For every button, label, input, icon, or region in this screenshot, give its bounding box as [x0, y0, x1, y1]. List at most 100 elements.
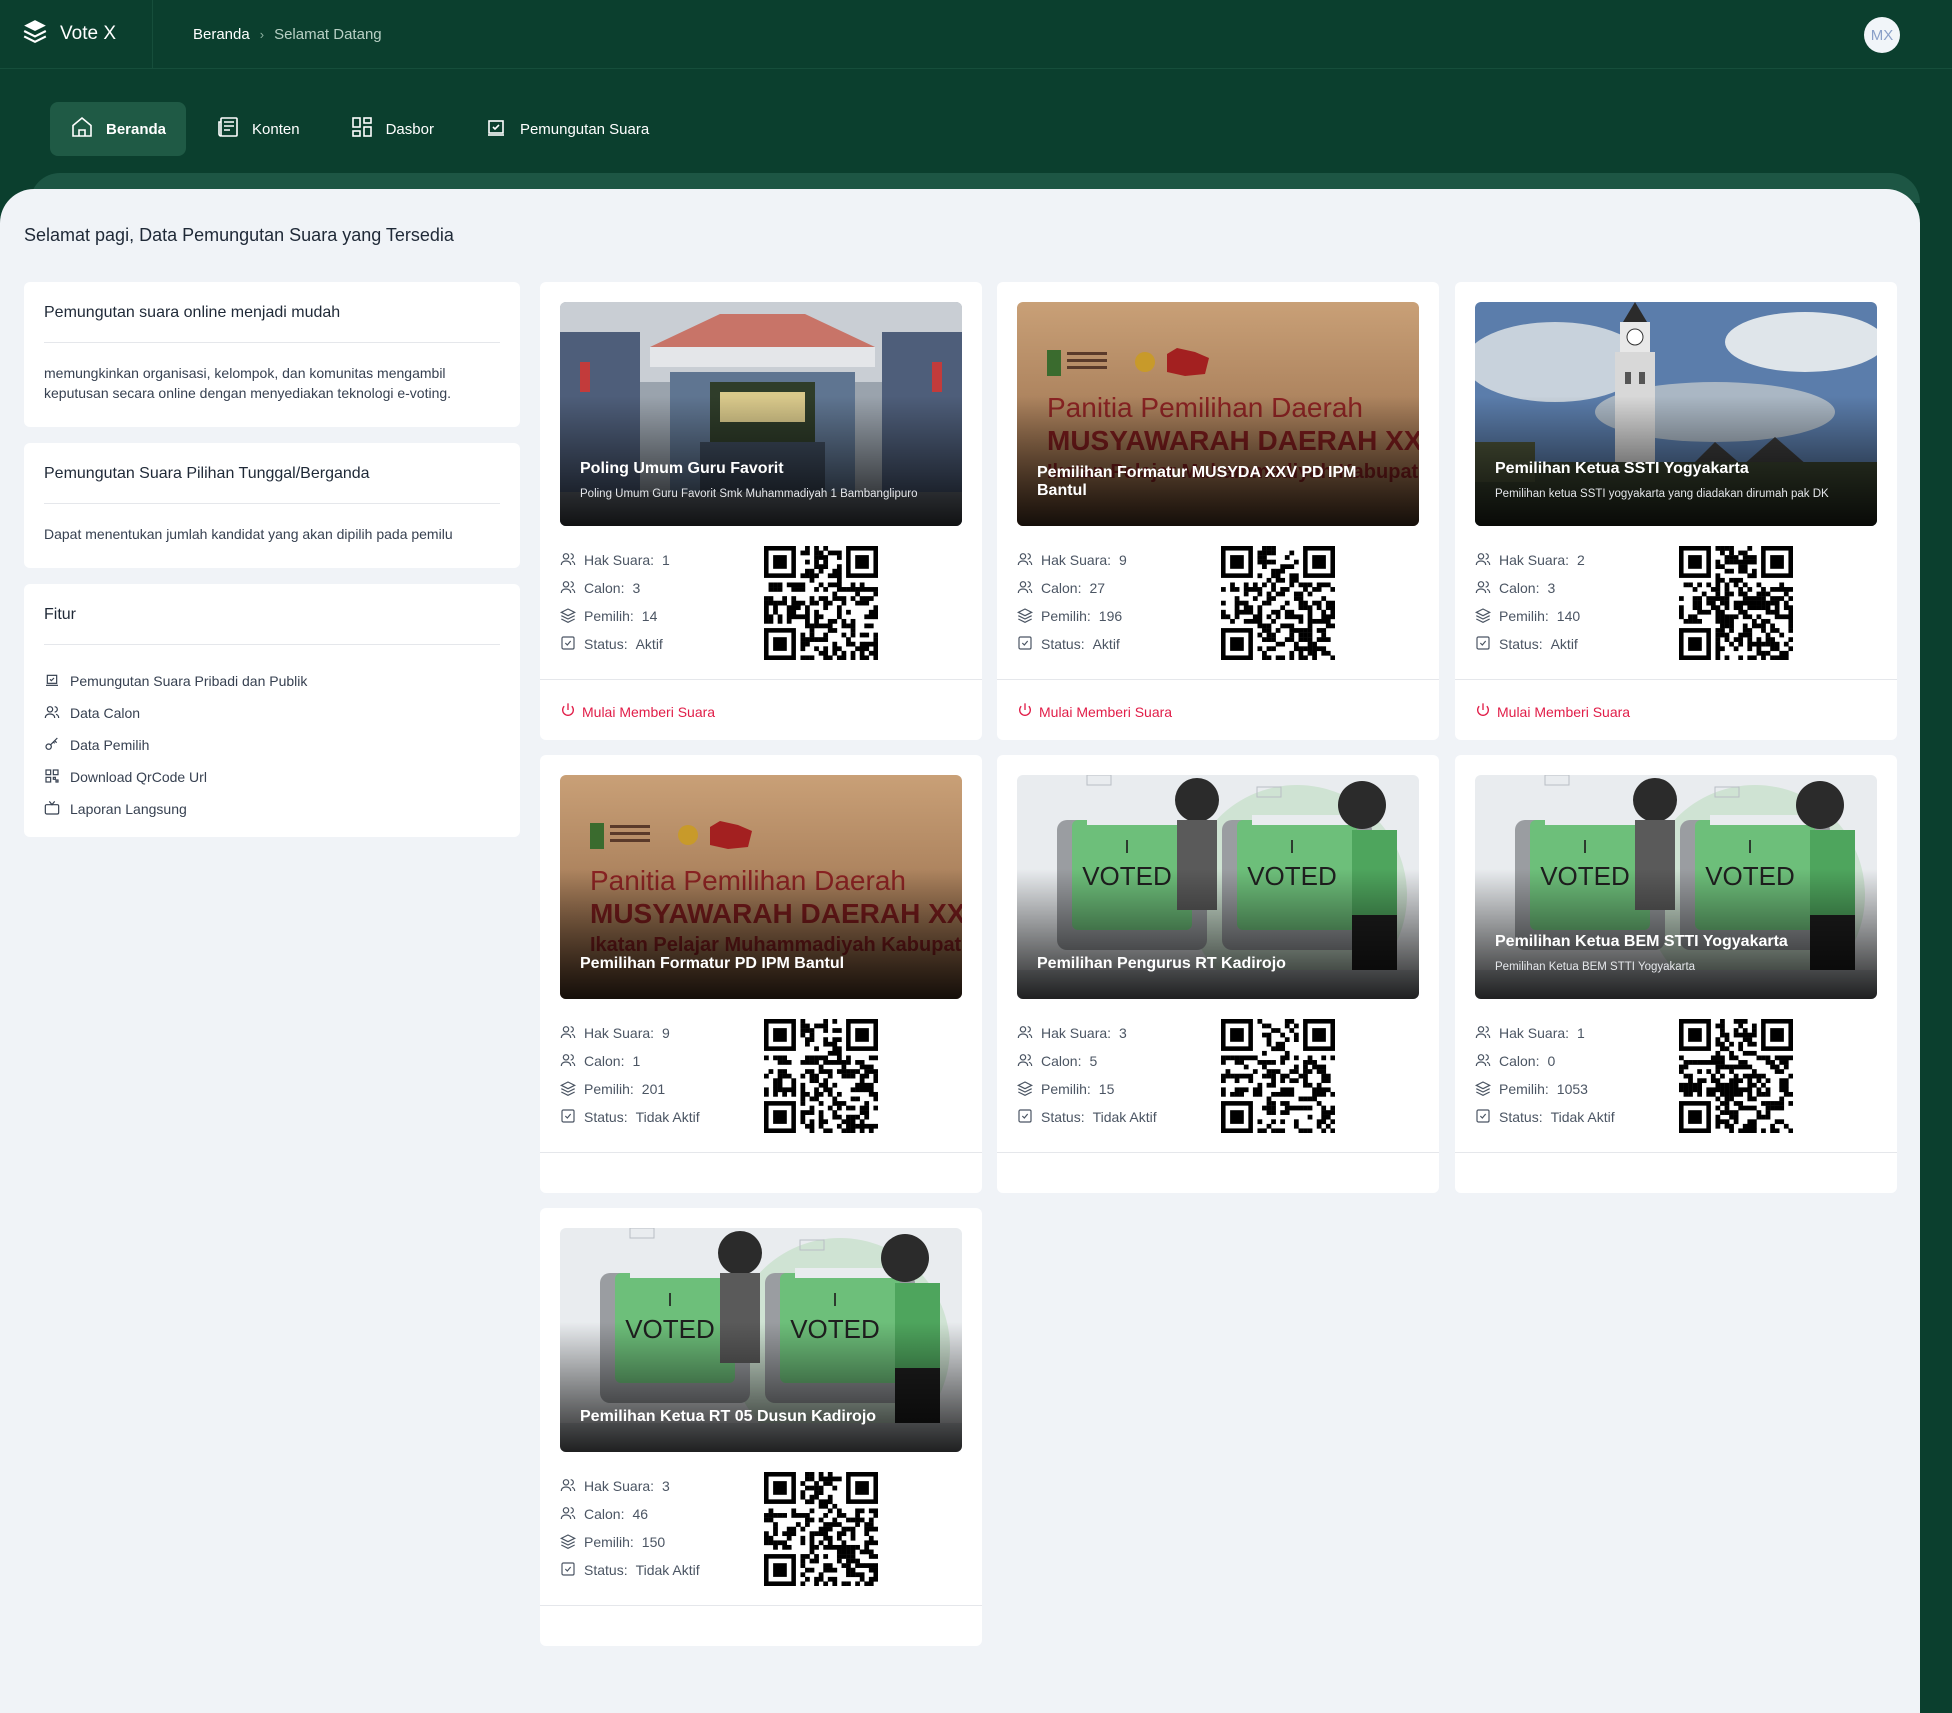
qrcode-image[interactable] — [1221, 546, 1336, 661]
vote-image[interactable]: I VOTED I VOTED Pemilihan Ketua BEM STTI… — [1475, 775, 1877, 999]
stat-pemilih: Pemilih: 140 — [1474, 602, 1585, 630]
stat-value: 1 — [1577, 1025, 1585, 1041]
stat-status: Status: Aktif — [1017, 630, 1127, 658]
stat-status: Status: Tidak Aktif — [560, 1103, 700, 1131]
start-voting-button[interactable]: Mulai Memberi Suara — [560, 702, 715, 721]
vote-image[interactable]: Poling Umum Guru Favorit Poling Umum Gur… — [560, 302, 962, 526]
users-icon — [560, 1024, 576, 1043]
vote-card[interactable]: Panitia Pemilihan Daerah MUSYAWARAH DAER… — [540, 755, 982, 1193]
vote-card[interactable]: I VOTED I VOTED Pemilihan Ketua BEM STTI… — [1455, 755, 1897, 1193]
page-title: Selamat pagi, Data Pemungutan Suara yang… — [24, 225, 454, 245]
dashboard-icon — [350, 115, 374, 143]
vote-title: Pemilihan Ketua RT 05 Dusun Kadirojo — [580, 1408, 877, 1425]
feature-item: Pemungutan Suara Pribadi dan Publik — [44, 665, 500, 697]
qrcode-image[interactable] — [764, 1019, 879, 1134]
feature-item: Download QrCode Url — [44, 761, 500, 793]
stat-pemilih: Pemilih: 15 — [1016, 1075, 1157, 1103]
stat-value: Tidak Aktif — [1092, 1109, 1157, 1125]
vote-image[interactable]: Panitia Pemilihan Daerah MUSYAWARAH DAER… — [560, 775, 962, 999]
stat-label: Status: — [584, 1562, 628, 1578]
qrcode-image[interactable] — [764, 1472, 879, 1587]
users-icon — [1475, 1024, 1491, 1043]
feature-label: Data Pemilih — [70, 737, 150, 753]
stat-value: 5 — [1089, 1053, 1098, 1069]
stat-pemilih: Pemilih: 150 — [559, 1528, 700, 1556]
features-card: Fitur Pemungutan Suara Pribadi dan Publi… — [24, 584, 520, 837]
feature-item: Data Pemilih — [44, 729, 500, 761]
vote-stats: Hak Suara: 2 Calon: 3 Pemilih: 140 Status: A… — [1474, 546, 1585, 658]
stat-status: Status: Tidak Aktif — [1017, 1103, 1157, 1131]
nav-dasbor[interactable]: Dasbor — [330, 102, 454, 156]
nav-konten[interactable]: Konten — [196, 102, 320, 156]
stat-value: 201 — [641, 1081, 666, 1097]
ballot-icon — [44, 672, 60, 691]
stat-label: Calon: — [1041, 580, 1082, 596]
start-voting-button[interactable]: Mulai Memberi Suara — [1475, 702, 1630, 721]
stat-value: 3 — [1547, 580, 1556, 596]
nav-beranda[interactable]: Beranda — [50, 102, 187, 156]
layers-icon — [1474, 607, 1492, 626]
vote-card[interactable]: Pemilihan Ketua SSTI Yogyakarta Pemiliha… — [1455, 282, 1897, 740]
stat-value: 150 — [641, 1534, 666, 1550]
stat-label: Hak Suara: — [1499, 1025, 1570, 1041]
stat-label: Status: — [1041, 636, 1085, 652]
stat-value: 0 — [1547, 1053, 1556, 1069]
stat-label: Pemilih: — [584, 608, 634, 624]
stat-pemilih: Pemilih: 1053 — [1474, 1075, 1615, 1103]
users-icon — [1475, 579, 1491, 598]
layers-logo-icon — [22, 18, 48, 50]
qrcode-image[interactable] — [764, 546, 879, 661]
power-icon — [1017, 702, 1033, 721]
layers-icon — [559, 1080, 577, 1099]
breadcrumb: Beranda › Selamat Datang — [193, 26, 382, 43]
nav-pemungutan-suara[interactable]: Pemungutan Suara — [464, 102, 669, 156]
vote-stats: Hak Suara: 9 Calon: 1 Pemilih: 201 Status: T… — [559, 1019, 700, 1131]
vote-image[interactable]: I VOTED I VOTED Pemilihan Pengurus RT Ka… — [1017, 775, 1419, 999]
start-voting-button[interactable]: Mulai Memberi Suara — [1017, 702, 1172, 721]
feature-label: Laporan Langsung — [70, 801, 187, 817]
stat-label: Pemilih: — [1041, 1081, 1091, 1097]
vote-image[interactable]: Panitia Pemilihan Daerah MUSYAWARAH DAER… — [1017, 302, 1419, 526]
stat-value: 140 — [1556, 608, 1581, 624]
vote-title: Pemilihan Ketua BEM STTI Yogyakarta — [1495, 933, 1788, 950]
vote-stats: Hak Suara: 9 Calon: 27 Pemilih: 196 Status:… — [1016, 546, 1127, 658]
vote-title: Pemilihan Formatur PD IPM Bantul — [580, 955, 845, 972]
qrcode-image[interactable] — [1221, 1019, 1336, 1134]
check-square-icon — [1017, 1108, 1033, 1127]
stat-value: 15 — [1098, 1081, 1115, 1097]
breadcrumb-home[interactable]: Beranda — [193, 26, 250, 43]
stat-label: Hak Suara: — [584, 1478, 655, 1494]
qrcode-image[interactable] — [1679, 546, 1794, 661]
vote-card-footer — [997, 1152, 1439, 1212]
info-card: Pemungutan Suara Pilihan Tunggal/Bergand… — [24, 443, 520, 568]
vote-card[interactable]: Poling Umum Guru Favorit Poling Umum Gur… — [540, 282, 982, 740]
stat-value: 9 — [662, 1025, 670, 1041]
stat-calon: Calon: 0 — [1475, 1047, 1615, 1075]
stat-label: Calon: — [1041, 1053, 1082, 1069]
vote-image[interactable]: I VOTED I VOTED Pemilihan Ketua RT 05 Du… — [560, 1228, 962, 1452]
users-icon — [44, 704, 60, 723]
stat-value: 46 — [632, 1506, 649, 1522]
check-square-icon — [1475, 1108, 1491, 1127]
svg-text:I: I — [1289, 837, 1294, 857]
stat-hak-suara: Hak Suara: 9 — [560, 1019, 700, 1047]
stat-value: 3 — [632, 580, 641, 596]
brand[interactable]: Vote X — [0, 0, 153, 69]
vote-image[interactable]: Pemilihan Ketua SSTI Yogyakarta Pemiliha… — [1475, 302, 1877, 526]
vote-icon — [484, 115, 508, 143]
stat-pemilih: Pemilih: 196 — [1016, 602, 1127, 630]
vote-card[interactable]: Panitia Pemilihan Daerah MUSYAWARAH DAER… — [997, 282, 1439, 740]
stat-label: Pemilih: — [584, 1081, 634, 1097]
qrcode-icon — [44, 768, 60, 787]
vote-card[interactable]: I VOTED I VOTED Pemilihan Ketua RT 05 Du… — [540, 1208, 982, 1646]
news-icon — [216, 115, 240, 143]
qrcode-image[interactable] — [1679, 1019, 1794, 1134]
vote-card-footer — [1455, 1152, 1897, 1212]
avatar[interactable]: MX — [1864, 17, 1900, 53]
users-icon — [1017, 1052, 1033, 1071]
check-square-icon — [1017, 635, 1033, 654]
stat-pemilih: Pemilih: 14 — [559, 602, 670, 630]
svg-text:I: I — [832, 1290, 837, 1310]
stat-label: Status: — [584, 1109, 628, 1125]
vote-card[interactable]: I VOTED I VOTED Pemilihan Pengurus RT Ka… — [997, 755, 1439, 1193]
